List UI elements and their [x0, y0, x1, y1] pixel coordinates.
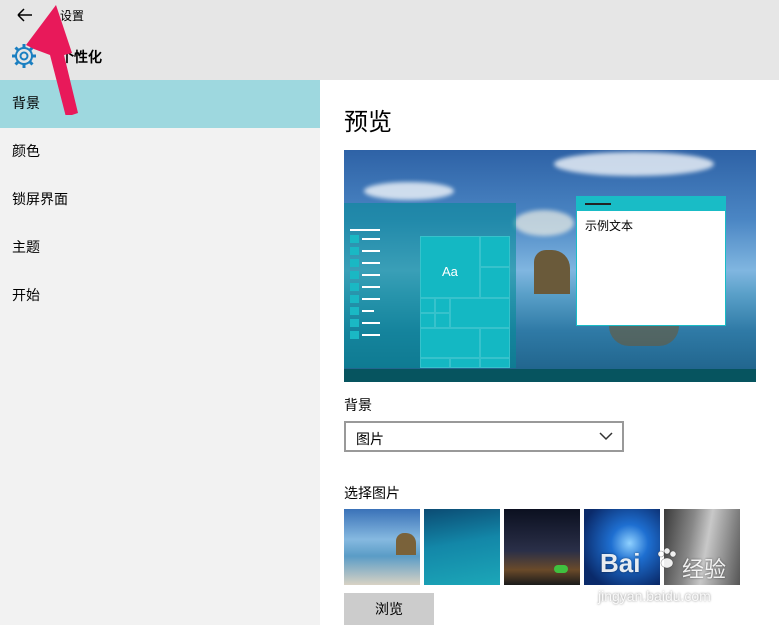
background-select-value: 图片 — [356, 432, 384, 448]
tile-large: Aa — [420, 236, 480, 298]
preview-image: Aa 示例文本 — [344, 150, 756, 382]
rock — [534, 250, 570, 294]
tile — [480, 236, 510, 267]
title-bar: 设置 — [0, 0, 779, 32]
tile — [420, 298, 435, 313]
tile — [480, 267, 510, 298]
sidebar-item-label: 开始 — [12, 288, 40, 304]
baidu-watermark: Bai 经验 jingyan.baidu.com — [590, 540, 770, 610]
sidebar-item-lock-screen[interactable]: 锁屏界面 — [0, 176, 320, 224]
page-title: 个性化 — [60, 50, 102, 66]
tile — [450, 298, 510, 328]
chevron-down-icon — [599, 432, 613, 441]
browse-button[interactable]: 浏览 — [344, 593, 434, 625]
rock-reflection — [609, 326, 679, 346]
background-select[interactable]: 图片 — [344, 421, 624, 452]
start-list — [350, 229, 380, 339]
tile — [420, 313, 435, 328]
tile — [480, 358, 510, 368]
watermark-brand: Bai — [600, 548, 641, 578]
preview-sample-window: 示例文本 — [576, 196, 726, 326]
sample-window-titlebar — [577, 197, 725, 211]
background-label: 背景 — [344, 398, 372, 414]
tile — [480, 328, 510, 358]
sidebar-item-label: 锁屏界面 — [12, 192, 68, 208]
back-arrow-icon — [17, 8, 32, 22]
paw-icon — [657, 547, 677, 569]
choose-picture-label: 选择图片 — [344, 486, 400, 502]
page-header: 个性化 — [0, 32, 779, 80]
sidebar-item-themes[interactable]: 主题 — [0, 224, 320, 272]
watermark-brand-suffix: 经验 — [682, 557, 727, 582]
thumbnail-underwater[interactable] — [424, 509, 500, 585]
sidebar-item-background[interactable]: 背景 — [0, 80, 320, 128]
preview-start-menu: Aa — [344, 203, 516, 368]
cloud — [514, 210, 574, 236]
cloud — [554, 152, 714, 176]
cloud — [364, 182, 454, 200]
sidebar: 背景 颜色 锁屏界面 主题 开始 — [0, 80, 320, 625]
watermark-url: jingyan.baidu.com — [598, 588, 711, 604]
thumbnail-night-sky[interactable] — [504, 509, 580, 585]
tile — [420, 328, 480, 358]
tile — [450, 358, 480, 368]
sidebar-item-start[interactable]: 开始 — [0, 272, 320, 320]
back-button[interactable] — [8, 4, 40, 28]
sidebar-item-label: 背景 — [12, 96, 40, 112]
tile-text: Aa — [442, 264, 458, 279]
preview-heading: 预览 — [344, 108, 392, 136]
window-title: 设置 — [60, 9, 85, 23]
sidebar-item-label: 主题 — [12, 240, 40, 256]
tile — [435, 298, 450, 313]
sidebar-item-colors[interactable]: 颜色 — [0, 128, 320, 176]
preview-taskbar — [344, 369, 756, 382]
sample-text: 示例文本 — [585, 219, 634, 233]
tile — [435, 313, 450, 328]
thumbnail-beach-rock[interactable] — [344, 509, 420, 585]
tile — [420, 358, 450, 368]
tile-grid: Aa — [420, 236, 510, 368]
gear-icon — [12, 44, 36, 68]
sidebar-item-label: 颜色 — [12, 144, 40, 160]
